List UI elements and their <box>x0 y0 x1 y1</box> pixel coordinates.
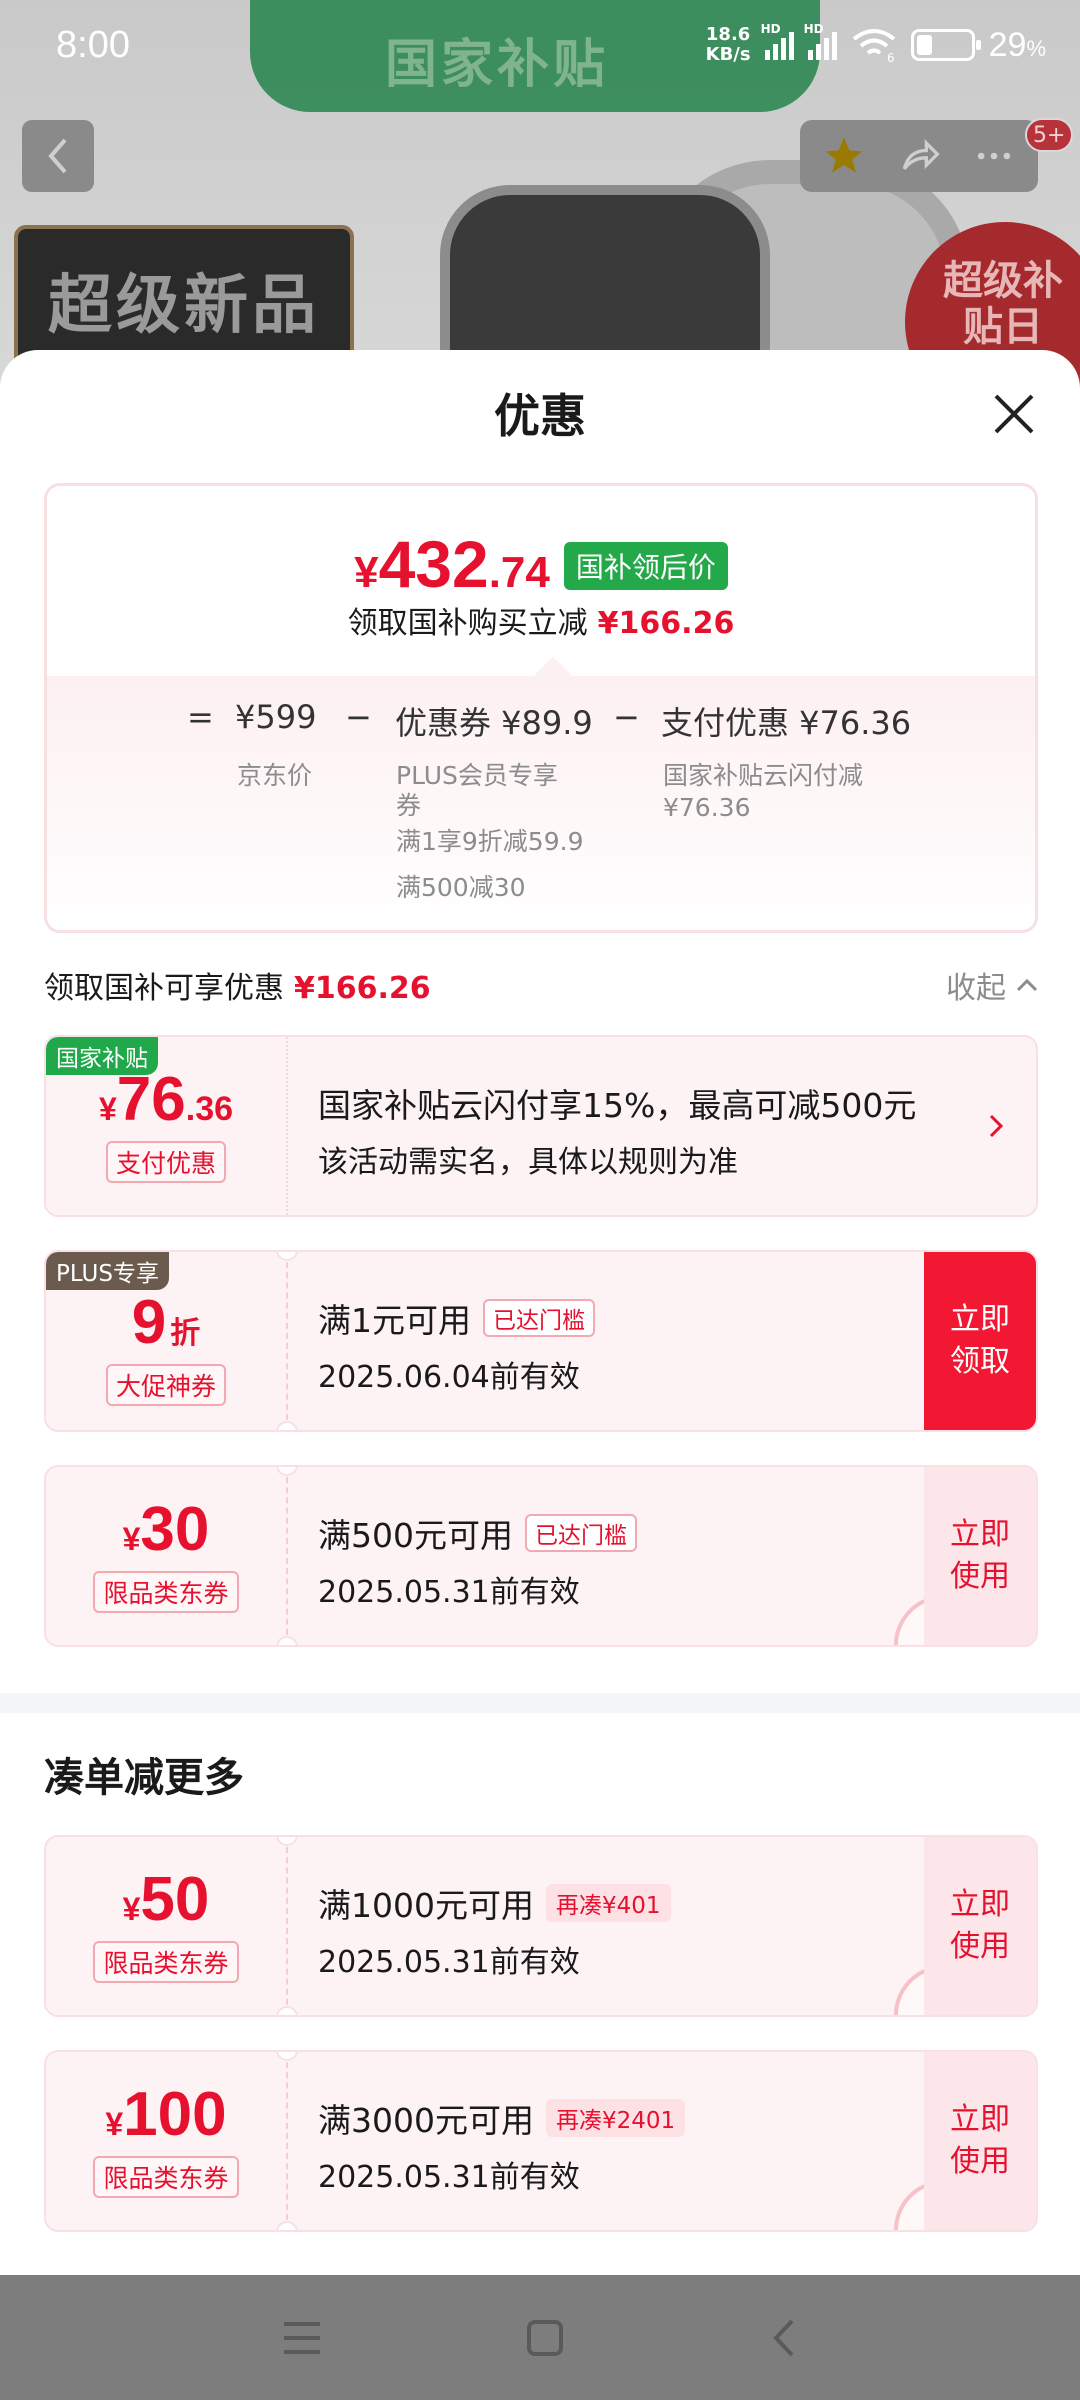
use-button[interactable]: 立即 使用 <box>924 1837 1036 2015</box>
chevron-right-icon <box>989 1114 1004 1138</box>
coupon-amount: ¥50 <box>122 1865 210 1934</box>
equals-sign: = <box>187 698 214 736</box>
extra-amount-tag: 再凑¥401 <box>545 1884 671 1922</box>
sheet-title: 优惠 <box>494 389 586 443</box>
promo-badge-text: 超级补贴日 <box>943 258 1063 350</box>
coupon-date: 2025.05.31前有效 <box>318 1575 580 1610</box>
back-button[interactable] <box>22 120 94 192</box>
menu-icon[interactable] <box>282 2320 322 2356</box>
final-price: ¥432.74 <box>354 527 550 601</box>
coupon-title: 满1元可用 已达门槛 <box>318 1294 896 1342</box>
minus-sign-1: − <box>345 698 372 736</box>
coupon-date: 2025.05.31前有效 <box>318 2160 580 2195</box>
base-label: 京东价 <box>237 761 313 790</box>
wifi-icon: 6 <box>852 29 895 63</box>
coupon-type-label: 支付优惠 <box>105 1141 226 1183</box>
extra-amount-tag: 再凑¥2401 <box>545 2099 686 2137</box>
pay-notes: 国家补贴云闪付减 ¥76.36 <box>663 761 864 822</box>
share-icon[interactable] <box>897 134 941 178</box>
coupon-amount: 9折 <box>131 1288 201 1357</box>
coupon-value: ¥76.36 支付优惠 <box>46 1037 286 1215</box>
nav-back-icon[interactable] <box>768 2318 798 2358</box>
signal-label-2: HD <box>803 22 824 36</box>
jd-coupon-100-card: ¥100 限品类东券 满3000元可用 再凑¥2401 2025.05.31前有… <box>44 2050 1038 2232</box>
coupon-amount: ¥100 <box>105 2080 227 2149</box>
status-bar: 8:00 18.6 KB/s HD HD 6 29% <box>0 0 1080 90</box>
coupon-notes: PLUS会员专享 券 满1享9折减59.9 满500减30 <box>396 761 584 902</box>
signal-icon-2: HD <box>804 22 837 60</box>
coupon-type-label: 限品类东券 <box>93 1571 239 1613</box>
final-price-line: ¥432.74 国补领后价 <box>47 526 1035 602</box>
signal-icon-1: HD <box>761 22 794 60</box>
coupon-value: ¥50 限品类东券 <box>46 1837 286 2015</box>
section-divider <box>0 1693 1080 1713</box>
system-nav-bar <box>0 2275 1080 2400</box>
jd-coupon-50-card: ¥50 限品类东券 满1000元可用 再凑¥401 2025.05.31前有效 … <box>44 1835 1038 2017</box>
back-icon <box>48 138 67 174</box>
more-icon[interactable] <box>972 134 1016 178</box>
price-summary-card: ¥432.74 国补领后价 领取国补购买立减 ¥166.26 = ¥599 − 优… <box>44 483 1038 933</box>
base-price: ¥599 <box>235 698 317 736</box>
coupon-type-label: 大促神券 <box>105 1364 226 1406</box>
battery-fill <box>916 35 932 55</box>
new-product-label: 超级新品 <box>48 269 320 343</box>
pay-item: 支付优惠 ¥76.36 <box>661 704 912 742</box>
discount-amount: ¥166.26 <box>597 606 735 641</box>
wifi-label: 6 <box>887 51 895 63</box>
coupon-title: 满1000元可用 再凑¥401 <box>318 1879 896 1927</box>
coupon-value: ¥100 限品类东券 <box>46 2052 286 2230</box>
discount-line: 领取国补购买立减 ¥166.26 <box>47 598 1035 642</box>
collapse-label: 收起 <box>946 971 1006 1006</box>
jd-coupon-30-card: ¥30 限品类东券 满500元可用 已达门槛 2025.05.31前有效 已领 … <box>44 1465 1038 1647</box>
coupon-desc: 该活动需实名，具体以规则为准 <box>318 1145 738 1180</box>
threshold-tag: 已达门槛 <box>525 1514 637 1552</box>
coupon-type-label: 限品类东券 <box>93 1941 239 1983</box>
home-icon[interactable] <box>526 2319 564 2357</box>
chevron-up-icon <box>1016 978 1038 992</box>
benefit-row: 领取国补可享优惠 ¥166.26 收起 <box>44 960 1038 1010</box>
collapse-button[interactable]: 收起 <box>946 963 1038 1007</box>
threshold-tag: 已达门槛 <box>483 1299 595 1337</box>
coupon-info: 国家补贴云闪付享15%，最高可减500元 该活动需实名，具体以规则为准 <box>318 1079 966 1181</box>
status-icons: 18.6 KB/s HD HD 6 29% <box>706 22 1046 65</box>
star-icon[interactable] <box>822 134 866 178</box>
coupon-info: 满3000元可用 再凑¥2401 2025.05.31前有效 <box>318 2094 896 2196</box>
coupon-amount: ¥30 <box>122 1495 210 1564</box>
cart-badge: 5+ <box>1025 118 1074 152</box>
coupon-info: 满1000元可用 再凑¥401 2025.05.31前有效 <box>318 1879 896 1981</box>
plus-coupon-card: PLUS专享 9折 大促神券 满1元可用 已达门槛 2025.06.04前有效 … <box>44 1250 1038 1432</box>
network-speed-value: 18.6 <box>705 24 751 45</box>
battery-percent: 29% <box>988 25 1046 64</box>
coupon-date: 2025.05.31前有效 <box>318 1945 580 1980</box>
top-action-group <box>800 120 1038 192</box>
coupon-title: 满500元可用 已达门槛 <box>318 1509 896 1557</box>
more-section-title: 凑单减更多 <box>44 1755 244 1801</box>
final-price-tag: 国补领后价 <box>563 542 728 590</box>
close-icon[interactable] <box>990 390 1038 438</box>
coupon-info: 满1元可用 已达门槛 2025.06.04前有效 <box>318 1294 896 1396</box>
claim-button[interactable]: 立即 领取 <box>924 1252 1036 1430</box>
minus-sign-2: − <box>613 698 640 736</box>
coupon-date: 2025.06.04前有效 <box>318 1360 580 1395</box>
benefit-label: 领取国补可享优惠 ¥166.26 <box>44 971 431 1006</box>
discount-text: 领取国补购买立减 <box>347 606 588 641</box>
use-button[interactable]: 立即 使用 <box>924 2052 1036 2230</box>
network-speed: 18.6 KB/s <box>706 25 751 65</box>
coupon-info: 满500元可用 已达门槛 2025.05.31前有效 <box>318 1509 896 1611</box>
coupon-item: 优惠券 ¥89.9 <box>395 704 593 742</box>
coupon-value: 9折 大促神券 <box>46 1252 286 1430</box>
price-breakdown: = ¥599 − 优惠券 ¥89.9 − 支付优惠 ¥76.36 京东价 PLU… <box>47 656 1035 930</box>
coupon-title: 国家补贴云闪付享15%，最高可减500元 <box>318 1086 917 1125</box>
battery-icon <box>910 29 981 61</box>
discount-sheet: 优惠 ¥432.74 国补领后价 领取国补购买立减 ¥166.26 = ¥599 … <box>0 350 1080 2275</box>
coupon-amount: ¥76.36 <box>98 1065 234 1134</box>
signal-label-1: HD <box>760 22 781 36</box>
coupon-title: 满3000元可用 再凑¥2401 <box>318 2094 896 2142</box>
coupon-type-label: 限品类东券 <box>93 2156 239 2198</box>
use-button[interactable]: 立即 使用 <box>924 1467 1036 1645</box>
subsidy-payment-card[interactable]: 国家补贴 ¥76.36 支付优惠 国家补贴云闪付享15%，最高可减500元 该活… <box>44 1035 1038 1217</box>
coupon-value: ¥30 限品类东券 <box>46 1467 286 1645</box>
network-speed-unit: KB/s <box>705 44 751 65</box>
status-time: 8:00 <box>56 23 130 66</box>
